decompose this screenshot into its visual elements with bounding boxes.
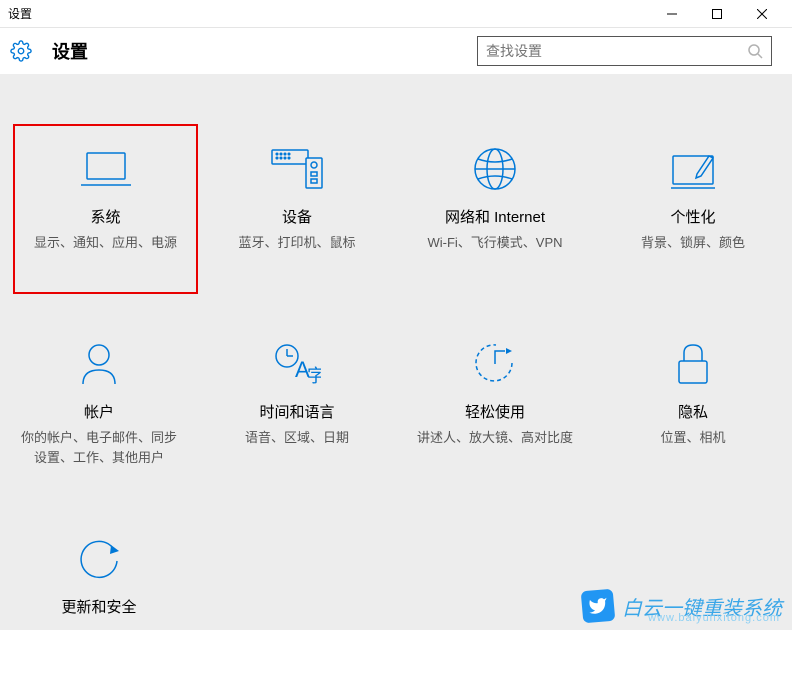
page-title: 设置: [52, 38, 88, 64]
settings-item-time-language[interactable]: A 字 时间和语言 语音、区域、日期: [198, 309, 396, 504]
personalization-icon: [669, 144, 717, 194]
item-desc: 显示、通知、应用、电源: [34, 233, 177, 253]
devices-icon: [270, 144, 324, 194]
network-icon: [473, 144, 517, 194]
time-language-icon: A 字: [273, 339, 321, 389]
gear-icon: [10, 40, 32, 62]
watermark-url: www.baiyunxitong.com: [648, 612, 780, 624]
minimize-button[interactable]: [649, 0, 694, 28]
settings-item-network[interactable]: 网络和 Internet Wi-Fi、飞行模式、VPN: [396, 114, 594, 309]
update-security-icon: [77, 534, 121, 584]
privacy-icon: [675, 339, 711, 389]
item-title: 轻松使用: [465, 401, 525, 422]
item-desc: Wi-Fi、飞行模式、VPN: [427, 233, 562, 253]
settings-item-update-security[interactable]: 更新和安全: [0, 504, 198, 699]
search-icon: [747, 43, 763, 59]
item-desc: 你的帐户、电子邮件、同步设置、工作、其他用户: [19, 428, 179, 467]
search-box[interactable]: [477, 36, 772, 66]
item-title: 个性化: [670, 206, 715, 227]
system-icon: [81, 144, 131, 194]
search-input[interactable]: [486, 43, 747, 59]
item-title: 时间和语言: [259, 401, 334, 422]
header: 设置: [0, 28, 792, 74]
item-desc: 背景、锁屏、颜色: [641, 233, 745, 253]
settings-item-devices[interactable]: 设备 蓝牙、打印机、鼠标: [198, 114, 396, 309]
item-title: 隐私: [678, 401, 708, 422]
item-desc: 讲述人、放大镜、高对比度: [417, 428, 573, 448]
maximize-button[interactable]: [694, 0, 739, 28]
item-title: 设备: [282, 206, 312, 227]
item-desc: 蓝牙、打印机、鼠标: [238, 233, 355, 253]
item-desc: 语音、区域、日期: [245, 428, 349, 448]
settings-item-privacy[interactable]: 隐私 位置、相机: [594, 309, 792, 504]
item-title: 网络和 Internet: [445, 206, 545, 227]
accounts-icon: [79, 339, 119, 389]
item-title: 系统: [90, 206, 120, 227]
content: 系统 显示、通知、应用、电源 设备 蓝牙、打印机、鼠标: [0, 74, 792, 630]
titlebar: 设置: [0, 0, 792, 28]
settings-item-ease-of-access[interactable]: 轻松使用 讲述人、放大镜、高对比度: [396, 309, 594, 504]
settings-item-accounts[interactable]: 帐户 你的帐户、电子邮件、同步设置、工作、其他用户: [0, 309, 198, 504]
settings-item-system[interactable]: 系统 显示、通知、应用、电源: [13, 124, 198, 294]
item-desc: 位置、相机: [660, 428, 725, 448]
svg-text:字: 字: [307, 366, 321, 386]
watermark-icon: [581, 589, 616, 624]
window-title: 设置: [8, 5, 32, 22]
item-title: 帐户: [84, 401, 114, 422]
item-title: 更新和安全: [61, 596, 136, 617]
window-controls: [649, 0, 784, 28]
close-button[interactable]: [739, 0, 784, 28]
settings-item-personalization[interactable]: 个性化 背景、锁屏、颜色: [594, 114, 792, 309]
ease-of-access-icon: [472, 339, 518, 389]
